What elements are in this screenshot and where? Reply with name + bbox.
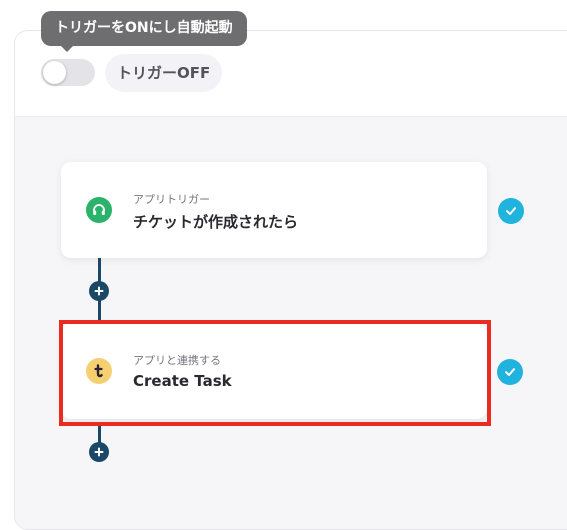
toggle-knob xyxy=(43,61,66,84)
step-complete-check-icon xyxy=(497,359,523,385)
add-step-button[interactable] xyxy=(89,442,109,462)
headset-icon xyxy=(86,197,112,223)
step-complete-check-icon xyxy=(498,198,524,224)
step-subtitle: アプリトリガー xyxy=(133,193,210,206)
plus-icon xyxy=(94,286,104,296)
step-card-app-trigger[interactable]: アプリトリガー チケットが作成されたら xyxy=(61,162,487,258)
highlight-frame xyxy=(59,320,491,426)
step-title: チケットが作成されたら xyxy=(133,213,299,231)
add-step-button[interactable] xyxy=(89,281,109,301)
trigger-toggle[interactable] xyxy=(41,59,95,86)
trigger-tooltip: トリガーをONにし自動起動 xyxy=(41,11,247,52)
trigger-status-label: トリガーOFF xyxy=(105,54,223,92)
plus-icon xyxy=(94,447,104,457)
